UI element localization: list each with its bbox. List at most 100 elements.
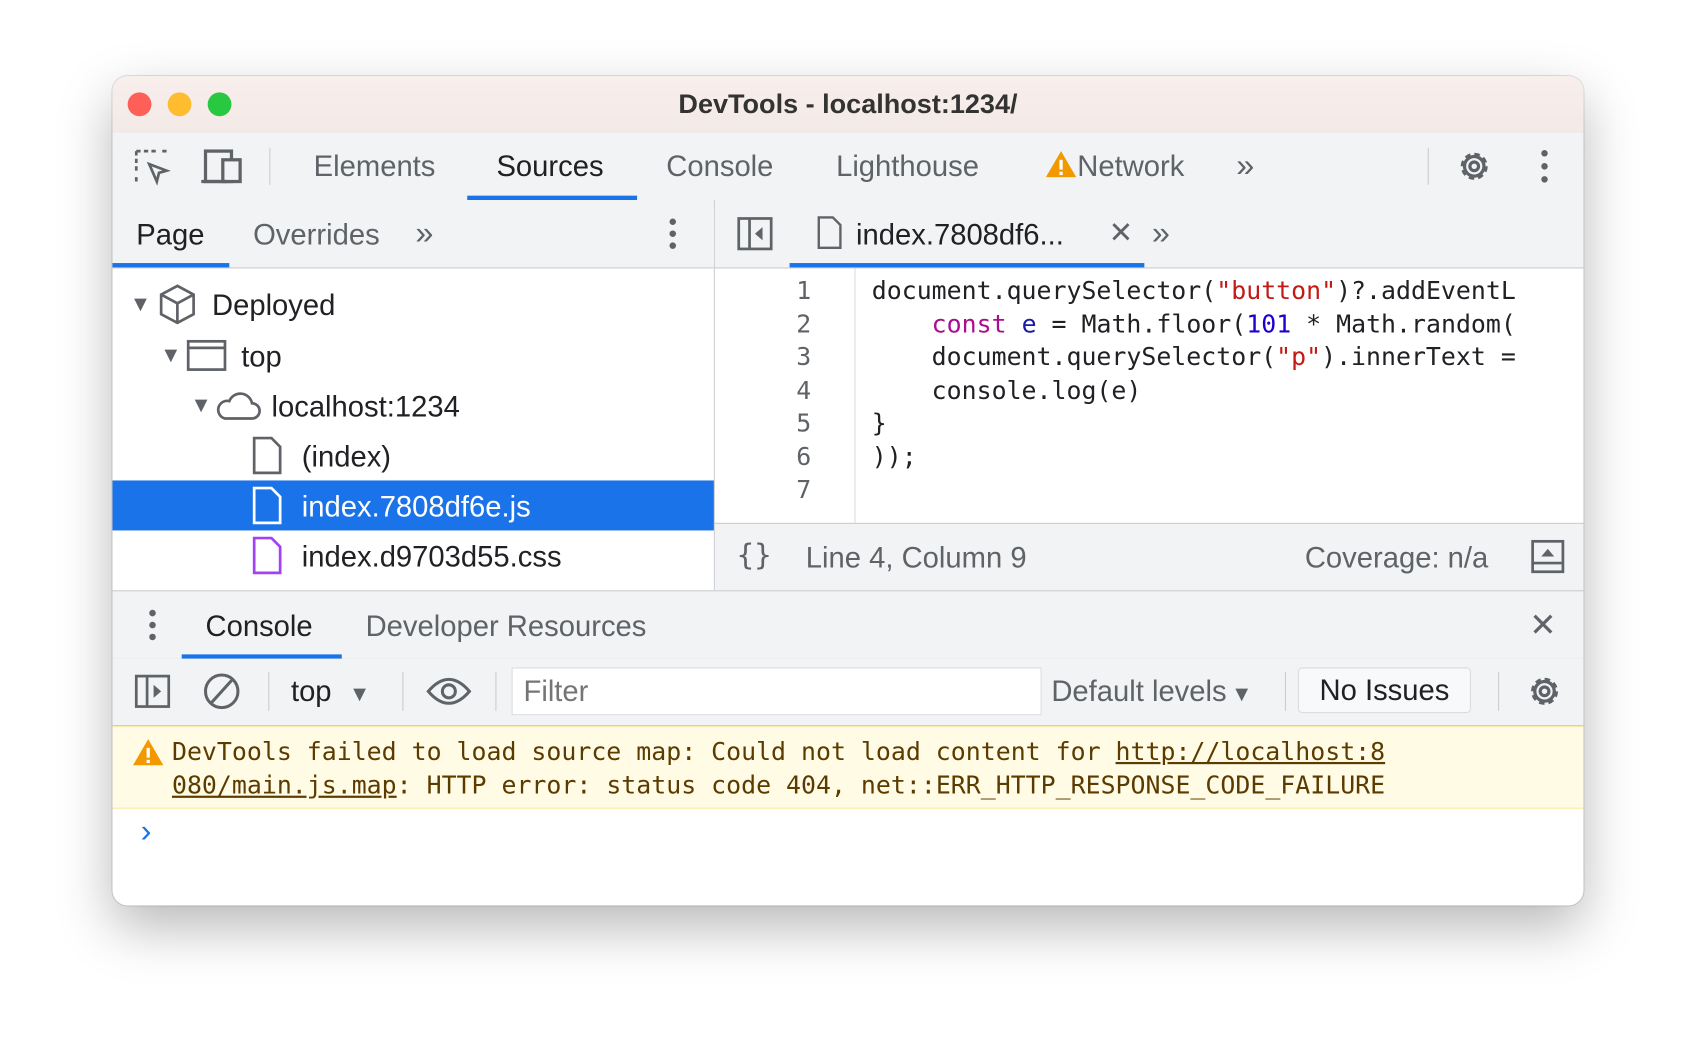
tab-overrides[interactable]: Overrides (253, 218, 380, 252)
line-number[interactable]: 7 (746, 476, 811, 504)
close-drawer-icon[interactable]: ✕ (1529, 607, 1556, 645)
code-token: console.log(e) (871, 376, 1142, 405)
cursor-position: Line 4, Column 9 (805, 541, 1027, 574)
code-token: )?.addEventL (1336, 277, 1516, 306)
console-input[interactable] (177, 811, 1561, 854)
more-options-icon[interactable] (146, 609, 159, 642)
main-toolbar: Elements Sources Console Lighthouse Netw… (112, 132, 1584, 202)
navigator-panel: Page Overrides » ▼ Deployed ▼ top ▼ loca… (112, 200, 715, 591)
expand-arrow-icon[interactable]: ▼ (130, 292, 151, 317)
more-tabs-icon[interactable]: » (1236, 148, 1254, 185)
coverage-status: Coverage: n/a (1304, 541, 1489, 574)
line-number[interactable]: 5 (746, 410, 811, 438)
log-levels-label: Default levels (1051, 675, 1227, 708)
console-warning-message: DevTools failed to load source map: Coul… (112, 726, 1584, 809)
editor-file-tab[interactable]: index.7808df6... (817, 215, 1064, 252)
code-token: ).innerText = (1321, 343, 1516, 372)
code-token: document.querySelector( (871, 343, 1277, 372)
more-options-icon[interactable] (1538, 148, 1551, 185)
tree-item-index[interactable]: (index) (112, 430, 713, 480)
issues-button[interactable]: No Issues (1297, 667, 1471, 714)
code-line[interactable]: document.querySelector("p").innerText = (872, 343, 1516, 371)
code-line[interactable]: document.querySelector("button")?.addEve… (872, 277, 1516, 305)
divider (268, 671, 270, 711)
toggle-sidebar-icon[interactable] (134, 674, 171, 709)
settings-gear-icon[interactable] (1455, 147, 1494, 186)
line-number[interactable]: 2 (746, 310, 811, 338)
code-line[interactable]: } (872, 410, 887, 438)
package-icon (159, 284, 195, 325)
line-number[interactable]: 3 (746, 343, 811, 371)
line-number[interactable]: 1 (746, 277, 811, 305)
code-token: "p" (1276, 343, 1322, 372)
more-tabs-icon[interactable]: » (415, 215, 433, 252)
code-token: } (871, 409, 887, 439)
close-tab-icon[interactable]: ✕ (1109, 216, 1133, 250)
tab-sources[interactable]: Sources (496, 150, 603, 184)
file-icon (252, 436, 282, 475)
divider (495, 671, 497, 711)
link-part[interactable]: http://localhost:8 (1116, 738, 1386, 766)
console-prompt-icon: › (140, 813, 152, 849)
active-tab-indicator (112, 263, 230, 268)
clear-console-icon[interactable] (202, 672, 241, 711)
dropdown-arrow-icon: ▼ (1230, 682, 1253, 707)
warning-icon (133, 739, 164, 766)
expand-arrow-icon[interactable]: ▼ (190, 393, 211, 418)
divider (1284, 671, 1287, 711)
tree-item-top[interactable]: ▼ top (112, 330, 713, 380)
console-filter-input[interactable] (511, 667, 1042, 716)
inspect-element-icon[interactable] (134, 149, 171, 186)
code-token: document.querySelector( (871, 277, 1217, 306)
tab-elements[interactable]: Elements (314, 150, 436, 184)
frame-icon (186, 339, 227, 371)
line-number[interactable]: 6 (746, 443, 811, 471)
link-part[interactable]: 080/main.js.map (172, 772, 397, 800)
tree-item-label: index.d9703d55.css (301, 540, 562, 573)
line-number[interactable]: 4 (746, 377, 811, 405)
more-options-icon[interactable] (666, 217, 679, 250)
code-line[interactable]: console.log(e) (872, 377, 1142, 405)
editor-status-bar: {} Line 4, Column 9 Coverage: n/a (714, 522, 1584, 593)
context-value: top (290, 675, 332, 708)
warning-text: : HTTP error: status code 404, net::ERR_… (396, 771, 1386, 801)
line-gutter: 1 2 3 4 5 6 7 (715, 268, 856, 523)
code-editor[interactable]: 1 2 3 4 5 6 7 document.querySelector("button")… (714, 268, 1584, 523)
divider (402, 671, 404, 711)
drawer-tab-developer-resources[interactable]: Developer Resources (366, 610, 647, 644)
tree-item-index-css[interactable]: index.d9703d55.css (112, 530, 713, 580)
tab-console[interactable]: Console (666, 150, 773, 184)
expand-arrow-icon[interactable]: ▼ (160, 343, 181, 368)
file-tab-label: index.7808df6... (856, 218, 1064, 252)
toggle-navigator-icon[interactable] (737, 216, 774, 251)
code-token: = Math.floor( (1036, 310, 1247, 339)
console-toolbar: top▼ Default levels▼ No Issues (112, 658, 1584, 727)
code-line[interactable]: )); (872, 443, 917, 471)
drawer-tab-console[interactable]: Console (206, 610, 313, 644)
warning-icon (1045, 151, 1077, 178)
tree-item-index-js[interactable]: index.7808df6e.js (112, 480, 714, 531)
tree-item-deployed[interactable]: ▼ Deployed (112, 279, 713, 329)
divider (1427, 147, 1429, 185)
divider (269, 147, 271, 185)
code-token: const (931, 310, 1007, 339)
tab-lighthouse[interactable]: Lighthouse (836, 150, 979, 184)
tree-item-label: Deployed (211, 289, 336, 322)
device-toolbar-icon[interactable] (201, 149, 244, 186)
context-selector[interactable]: top ▼ (291, 675, 370, 709)
more-tabs-icon[interactable]: » (1152, 215, 1170, 252)
log-levels-dropdown[interactable]: Default levels ▼ (1051, 675, 1252, 709)
file-icon (817, 216, 842, 250)
tree-item-localhost[interactable]: ▼ localhost:1234 (112, 380, 713, 430)
tab-network[interactable]: Network (1045, 150, 1184, 184)
pretty-print-icon[interactable]: {} (737, 539, 772, 573)
title-bar: DevTools - localhost:1234/ (112, 76, 1584, 134)
css-file-icon (252, 536, 282, 575)
tree-item-label: (index) (301, 440, 392, 473)
tab-page[interactable]: Page (136, 218, 204, 252)
active-tab-indicator (789, 263, 1145, 268)
console-settings-gear-icon[interactable] (1525, 672, 1564, 711)
toggle-debugger-icon[interactable] (1530, 539, 1565, 574)
live-expression-eye-icon[interactable] (426, 674, 472, 709)
code-line[interactable]: const e = Math.floor(101 * Math.random( (872, 310, 1516, 338)
